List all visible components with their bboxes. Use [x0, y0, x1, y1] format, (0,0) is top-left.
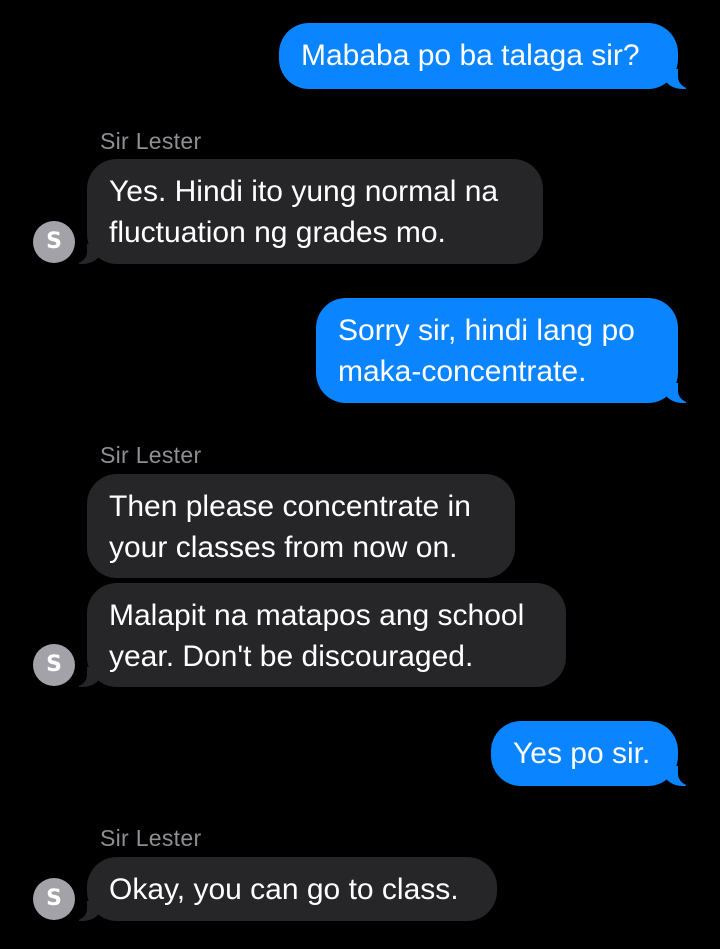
incoming-message-bubble[interactable]: Yes. Hindi ito yung normal na fluctuatio… [87, 159, 543, 264]
message-text-line: Yes. Hindi ito yung normal na [109, 175, 499, 208]
sender-name-label: Sir Lester [100, 442, 202, 468]
outgoing-bubble-tail [664, 762, 698, 786]
message-text-line: Malapit na matapos ang school [109, 599, 525, 632]
outgoing-bubble-tail [664, 65, 698, 89]
outgoing-bubble-tail [664, 379, 698, 403]
message-text-line: maka-concentrate. [338, 355, 587, 388]
message-text-line: year. Don't be discouraged. [109, 640, 474, 673]
sender-name-label: Sir Lester [100, 825, 202, 851]
message-text-line: Sorry sir, hindi lang po [338, 314, 635, 347]
message-text: Mababa po ba talaga sir? [301, 39, 640, 72]
outgoing-message-bubble[interactable]: Mababa po ba talaga sir? [279, 23, 678, 89]
incoming-bubble-tail [67, 897, 101, 921]
incoming-message-bubble[interactable]: Okay, you can go to class. [87, 857, 497, 921]
message-text: Okay, you can go to class. [109, 873, 459, 906]
incoming-message-bubble[interactable]: Malapit na matapos ang school year. Don'… [87, 583, 566, 687]
sender-name-label: Sir Lester [100, 128, 202, 154]
outgoing-message-bubble[interactable]: Yes po sir. [491, 721, 678, 786]
contact-avatar[interactable]: S [33, 878, 75, 920]
outgoing-message-bubble[interactable]: Sorry sir, hindi lang po maka-concentrat… [316, 298, 678, 403]
message-text-line: Then please concentrate in [109, 490, 471, 523]
message-text-line: fluctuation ng grades mo. [109, 216, 446, 249]
message-text: Yes po sir. [513, 737, 651, 770]
incoming-bubble-tail [67, 663, 101, 687]
contact-avatar[interactable]: S [33, 221, 75, 263]
message-text-line: your classes from now on. [109, 531, 458, 564]
contact-avatar[interactable]: S [33, 644, 75, 686]
incoming-message-bubble[interactable]: Then please concentrate in your classes … [87, 474, 515, 578]
incoming-bubble-tail [67, 240, 101, 264]
